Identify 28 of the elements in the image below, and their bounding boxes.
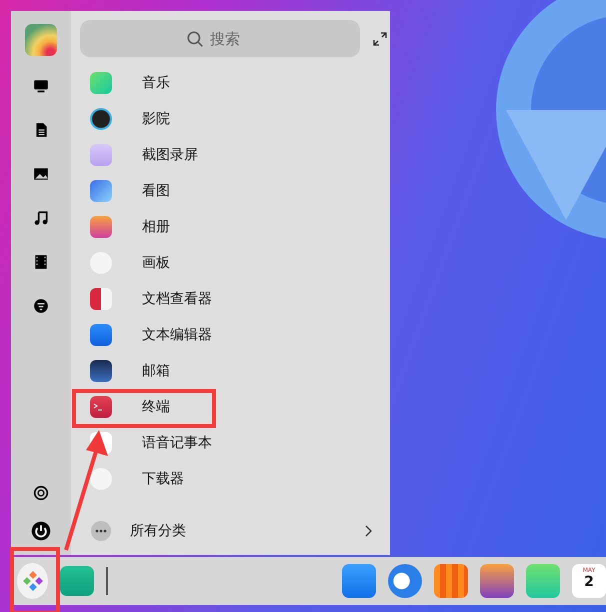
app-list-item[interactable]: 看图 (80, 173, 390, 209)
app-list-item[interactable]: 画板 (80, 245, 390, 281)
expand-icon[interactable] (372, 30, 388, 46)
computer-icon[interactable] (33, 78, 49, 94)
music-note-icon[interactable] (33, 210, 49, 226)
diamonds-logo-icon (22, 570, 44, 592)
power-icon[interactable] (31, 521, 51, 541)
app-list-item[interactable]: 影院 (80, 101, 390, 137)
picture-icon[interactable] (33, 166, 49, 182)
app-list-item[interactable]: 邮箱 (80, 353, 390, 389)
settings-icon[interactable] (33, 485, 49, 501)
download-icon[interactable] (33, 298, 49, 314)
all-categories-label: 所有分类 (130, 522, 186, 540)
chevron-right-icon (364, 525, 372, 537)
app-list-item[interactable]: 音乐 (80, 65, 390, 101)
all-categories-item[interactable]: 所有分类 (80, 521, 390, 541)
app-list-item[interactable]: 下载器 (80, 461, 390, 497)
app-list-item[interactable]: 相册 (80, 209, 390, 245)
launcher-button[interactable] (17, 563, 48, 599)
terminal-app-icon (90, 396, 112, 418)
app-list-item[interactable]: 截图录屏 (80, 137, 390, 173)
search-field[interactable]: 搜索 (80, 20, 360, 57)
app-list-item[interactable]: 终端 (80, 389, 390, 425)
app-list-item[interactable]: 文档查看器 (80, 281, 390, 317)
film-icon[interactable] (33, 254, 49, 270)
more-dots-icon (91, 521, 111, 541)
search-icon (186, 30, 204, 48)
app-list-item[interactable]: 文本编辑器 (80, 317, 390, 353)
